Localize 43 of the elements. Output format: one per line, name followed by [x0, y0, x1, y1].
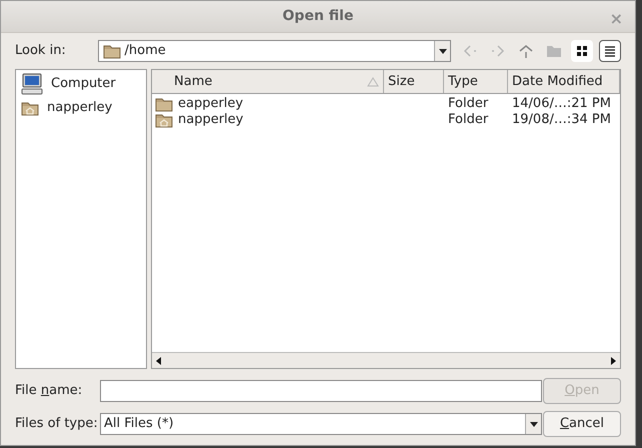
- up-arrow-icon: [518, 43, 534, 59]
- folder-icon: [102, 43, 121, 59]
- table-cell-text: Folder: [448, 95, 488, 113]
- dropdown-button[interactable]: [434, 41, 450, 61]
- file-type-value: All Files (*): [103, 415, 175, 434]
- caret-icon: [438, 48, 446, 54]
- table-cell-text: eapperley: [178, 95, 244, 113]
- table-cell-text: 19/08/…:34 PM: [512, 111, 611, 130]
- table-cell-text: napperley: [178, 111, 244, 130]
- look-in-label: Look in:: [15, 42, 67, 60]
- file-row[interactable]: napperley Folder 19/08/…:34 PM: [152, 112, 620, 128]
- computer-icon: [21, 73, 43, 95]
- dropdown-button[interactable]: [525, 414, 541, 434]
- table-cell-text: 14/06/…:21 PM: [512, 95, 611, 113]
- file-row[interactable]: eapperley Folder 14/06/…:21 PM: [152, 96, 620, 112]
- column-header[interactable]: Date Modified: [508, 70, 620, 93]
- window-title: Open file: [282, 7, 354, 26]
- folder-icon: [155, 96, 173, 112]
- file-type-dropdown[interactable]: All Files (*): [100, 413, 542, 435]
- column-header[interactable]: Name: [152, 70, 384, 93]
- cancel-button[interactable]: Cancel: [543, 411, 621, 437]
- file-type-label: Files of type:: [15, 415, 99, 434]
- list-icon: [604, 45, 616, 57]
- home-folder-icon: [155, 112, 173, 128]
- horizontal-scrollbar[interactable]: [152, 352, 620, 368]
- file-name-field[interactable]: [100, 380, 542, 402]
- column-header[interactable]: Size: [384, 70, 444, 93]
- new-folder-icon: [546, 44, 562, 58]
- back-icon: [462, 44, 478, 58]
- sort-icon: [367, 76, 379, 86]
- look-in-value: /home: [124, 42, 166, 60]
- forward-icon: [490, 44, 506, 58]
- toolbar-button[interactable]: [599, 40, 621, 62]
- look-in-dropdown[interactable]: /home: [98, 40, 451, 62]
- caret-icon: [530, 422, 538, 426]
- file-name-label: File name:: [15, 382, 84, 400]
- grid-icon: [576, 45, 588, 57]
- column-header[interactable]: Type: [444, 70, 508, 93]
- home-folder-icon: [21, 100, 39, 116]
- table-cell-text: Folder: [448, 111, 488, 130]
- toolbar-button[interactable]: [571, 40, 593, 62]
- sidebar-item[interactable]: Computer: [16, 72, 146, 96]
- sidebar-item[interactable]: napperley: [16, 96, 146, 120]
